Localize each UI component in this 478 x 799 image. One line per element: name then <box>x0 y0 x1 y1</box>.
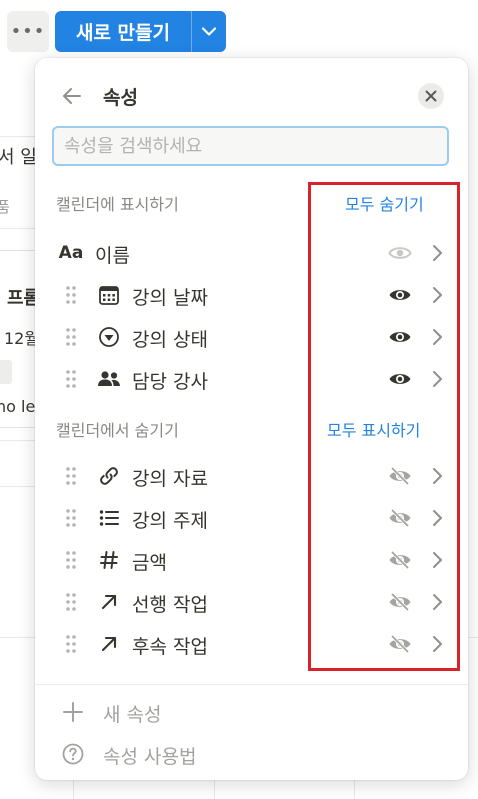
property-row-lecture-date[interactable]: 강의 날짜 <box>35 274 468 316</box>
new-property-label: 새 속성 <box>103 704 162 726</box>
property-label: 강의 상태 <box>132 329 208 351</box>
drag-handle-icon[interactable] <box>65 285 77 305</box>
close-button[interactable] <box>418 83 444 109</box>
property-label: 강의 날짜 <box>132 287 208 309</box>
more-options-button[interactable]: ••• <box>7 11 49 52</box>
list-icon <box>97 506 121 530</box>
eye-off-icon[interactable] <box>388 591 412 613</box>
panel-header: 속성 <box>35 58 468 132</box>
property-row-instructor[interactable]: 담당 강사 <box>35 358 468 400</box>
property-label: 담당 강사 <box>132 371 208 393</box>
eye-icon <box>388 247 412 259</box>
property-label: 강의 자료 <box>132 468 208 490</box>
property-label: 강의 주제 <box>132 510 208 532</box>
hide-all-button[interactable]: 모두 숨기기 <box>345 191 424 215</box>
people-icon <box>97 367 121 391</box>
drag-handle-icon[interactable] <box>65 369 77 389</box>
property-row-amount[interactable]: 금액 <box>35 539 468 581</box>
chevron-right-icon[interactable] <box>431 509 443 527</box>
panel-title: 속성 <box>103 87 138 109</box>
help-label: 속성 사용법 <box>103 746 197 768</box>
property-label: 선행 작업 <box>132 594 208 616</box>
chevron-down-icon[interactable] <box>192 27 226 36</box>
calendar-icon <box>97 283 121 307</box>
drag-handle-icon[interactable] <box>65 508 77 528</box>
bg-divider <box>0 136 40 137</box>
eye-icon[interactable] <box>388 284 412 306</box>
property-search-input[interactable] <box>52 126 449 166</box>
property-label: 후속 작업 <box>132 636 208 658</box>
shown-section-label: 캘린더에 표시하기 <box>56 195 179 214</box>
new-property-button[interactable]: 새 속성 <box>35 692 468 732</box>
property-row-lecture-topic[interactable]: 강의 주제 <box>35 497 468 539</box>
new-button-label[interactable]: 새로 만들기 <box>55 18 191 45</box>
arrow-up-right-icon <box>97 590 121 614</box>
chevron-right-icon[interactable] <box>431 551 443 569</box>
bg-divider <box>0 486 40 487</box>
chevron-right-icon[interactable] <box>431 467 443 485</box>
bg-text-fragment: 품 <box>0 198 10 216</box>
show-all-button[interactable]: 모두 표시하기 <box>327 417 420 441</box>
eye-icon[interactable] <box>388 368 412 390</box>
eye-off-icon[interactable] <box>388 549 412 571</box>
footer-divider <box>35 684 468 685</box>
property-row-name[interactable]: Aa 이름 <box>35 232 468 274</box>
property-row-lecture-materials[interactable]: 강의 자료 <box>35 455 468 497</box>
eye-icon[interactable] <box>388 326 412 348</box>
properties-panel: 속성 캘린더에 표시하기 모두 숨기기 Aa 이름 강의 날짜 <box>35 58 468 780</box>
chevron-right-icon[interactable] <box>431 286 443 304</box>
property-row-lecture-status[interactable]: 강의 상태 <box>35 316 468 358</box>
eye-off-icon[interactable] <box>388 507 412 529</box>
chevron-right-icon[interactable] <box>431 328 443 346</box>
drag-handle-icon[interactable] <box>65 327 77 347</box>
arrow-up-right-icon <box>97 632 121 656</box>
drag-handle-icon[interactable] <box>65 466 77 486</box>
bg-tag <box>0 360 12 384</box>
text-aa-icon: Aa <box>58 243 84 263</box>
new-button[interactable]: 새로 만들기 <box>55 11 226 52</box>
bg-text-fragment: ho le <box>0 397 36 416</box>
property-label: 이름 <box>95 245 130 267</box>
chevron-right-icon[interactable] <box>431 635 443 653</box>
bg-divider <box>0 228 40 229</box>
chevron-right-icon[interactable] <box>431 244 443 262</box>
help-circle-icon <box>62 743 84 765</box>
bg-divider <box>0 440 40 441</box>
close-icon <box>425 90 437 102</box>
chevron-right-icon[interactable] <box>431 593 443 611</box>
property-row-predecessor[interactable]: 선행 작업 <box>35 581 468 623</box>
property-help-link[interactable]: 속성 사용법 <box>35 734 468 774</box>
eye-off-icon[interactable] <box>388 465 412 487</box>
drag-handle-icon[interactable] <box>65 634 77 654</box>
drag-handle-icon[interactable] <box>65 592 77 612</box>
bg-text-fragment: 서 일 <box>0 147 37 168</box>
link-icon <box>97 464 121 488</box>
hash-icon <box>97 548 121 572</box>
bg-text-fragment: 12월 <box>4 329 40 348</box>
arrow-left-icon[interactable] <box>60 84 84 108</box>
view-toolbar: ••• 새로 만들기 <box>0 0 478 58</box>
chevron-right-icon[interactable] <box>431 370 443 388</box>
drag-handle-icon[interactable] <box>65 550 77 570</box>
more-horizontal-icon: ••• <box>10 21 46 42</box>
eye-off-icon[interactable] <box>388 633 412 655</box>
plus-icon <box>63 702 83 722</box>
status-circle-icon <box>97 325 121 349</box>
property-label: 금액 <box>132 552 167 574</box>
property-row-successor[interactable]: 후속 작업 <box>35 623 468 665</box>
hidden-section-label: 캘린더에서 숨기기 <box>56 421 179 440</box>
